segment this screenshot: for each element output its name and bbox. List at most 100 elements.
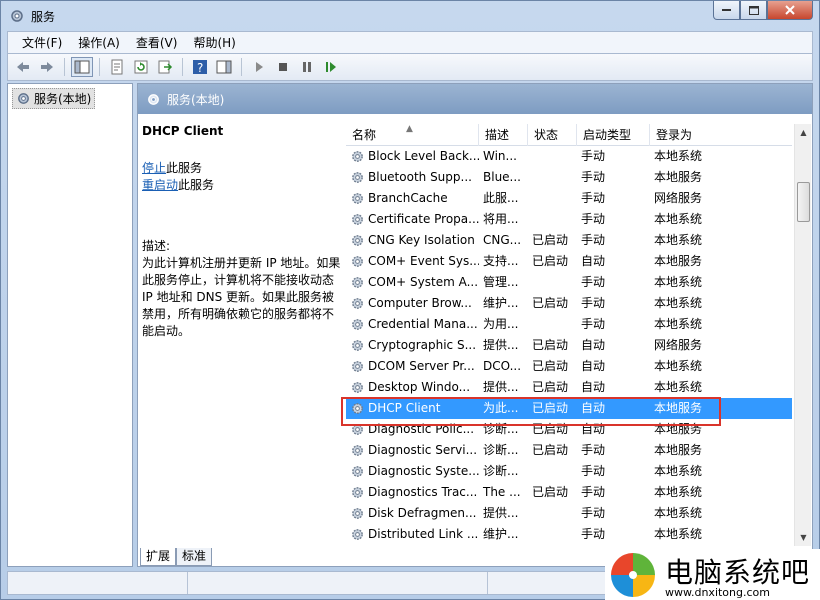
table-row[interactable]: DCOM Server Pr... DCO... 已启动 自动 本地系统 <box>346 356 792 377</box>
table-row[interactable]: Block Level Back... Win... 手动 本地系统 <box>346 146 792 167</box>
refresh-button[interactable] <box>130 57 152 77</box>
back-button[interactable] <box>12 57 34 77</box>
table-row[interactable]: CNG Key Isolation CNG... 已启动 手动 本地系统 <box>346 230 792 251</box>
show-hide-tree-button[interactable] <box>71 57 93 77</box>
service-name-cell: Diagnostic Servi... <box>346 440 479 461</box>
stop-service-button[interactable] <box>272 57 294 77</box>
status-cell <box>188 572 488 594</box>
service-name-cell: Certificate Propa... <box>346 209 479 230</box>
service-logon-cell: 网络服务 <box>654 191 703 205</box>
stop-service-link[interactable]: 停止 <box>142 161 166 175</box>
service-rows: Block Level Back... Win... 手动 本地系统 Bluetooth… <box>346 146 792 545</box>
service-startup-cell: 手动 <box>581 275 606 289</box>
scroll-down-arrow-icon[interactable]: ▼ <box>795 529 812 546</box>
vertical-scrollbar[interactable]: ▲ ▼ <box>794 124 811 546</box>
console-tree-icon <box>74 60 90 74</box>
service-name: Certificate Propa... <box>368 212 479 226</box>
table-row[interactable]: Desktop Windo... 提供... 已启动 自动 本地系统 <box>346 377 792 398</box>
tab-extended[interactable]: 扩展 <box>140 548 177 566</box>
close-button[interactable] <box>767 1 813 20</box>
restart-service-link[interactable]: 重启动 <box>142 178 178 192</box>
service-gear-icon <box>352 319 363 330</box>
table-row[interactable]: Diagnostic Servi... 诊断... 已启动 手动 本地服务 <box>346 440 792 461</box>
show-action-pane-button[interactable] <box>213 57 235 77</box>
service-gear-icon <box>352 508 363 519</box>
table-row[interactable]: Bluetooth Supp... Blue... 手动 本地服务 <box>346 167 792 188</box>
description-label: 描述: <box>142 239 171 253</box>
service-desc-cell: 维护... <box>483 296 519 310</box>
export-list-button[interactable] <box>154 57 176 77</box>
menu-action[interactable]: 操作(A) <box>70 34 128 51</box>
service-logon-cell: 本地服务 <box>654 401 703 415</box>
scroll-up-arrow-icon[interactable]: ▲ <box>795 124 812 141</box>
service-startup-cell: 手动 <box>581 212 606 226</box>
help-button[interactable]: ? <box>189 57 211 77</box>
pause-icon <box>303 62 311 72</box>
service-name: DCOM Server Pr... <box>368 359 475 373</box>
table-row[interactable]: Disk Defragmen... 提供... 手动 本地系统 <box>346 503 792 524</box>
column-header-name[interactable]: 名称 ▲ <box>346 124 479 146</box>
service-gear-icon <box>352 466 363 477</box>
selected-service-name: DHCP Client <box>142 124 224 138</box>
service-name-cell: Diagnostics Trac... <box>346 482 479 503</box>
scroll-thumb[interactable] <box>797 182 810 222</box>
tab-standard[interactable]: 标准 <box>176 548 213 566</box>
maximize-button[interactable] <box>740 1 767 20</box>
service-name-cell: DHCP Client <box>346 398 479 419</box>
column-header-description[interactable]: 描述 <box>479 124 528 146</box>
service-name: Cryptographic S... <box>368 338 477 352</box>
service-name: Credential Mana... <box>368 317 478 331</box>
table-row[interactable]: Distributed Link ... 维护... 手动 本地系统 <box>346 524 792 545</box>
service-status-cell: 已启动 <box>532 401 569 415</box>
main-content: 服务(本地) 服务(本地) DHCP Client 停止此服务 重启动此服务 描 <box>7 83 813 567</box>
menu-view[interactable]: 查看(V) <box>128 34 186 51</box>
service-desc-cell: 此服... <box>483 191 519 205</box>
table-row[interactable]: COM+ System A... 管理... 手动 本地系统 <box>346 272 792 293</box>
service-gear-icon <box>352 445 363 456</box>
minimize-button[interactable] <box>713 1 740 20</box>
table-row[interactable]: Diagnostics Trac... The ... 已启动 手动 本地系统 <box>346 482 792 503</box>
export-icon <box>158 60 173 74</box>
service-logon-cell: 本地服务 <box>654 170 703 184</box>
column-header-status[interactable]: 状态 <box>528 124 577 146</box>
sort-ascending-icon: ▲ <box>406 124 413 134</box>
back-arrow-icon <box>17 62 29 72</box>
table-row[interactable]: Cryptographic S... 提供... 已启动 自动 网络服务 <box>346 335 792 356</box>
restart-icon <box>326 62 336 72</box>
service-name: COM+ System A... <box>368 275 479 289</box>
service-gear-icon <box>352 277 363 288</box>
restart-service-button[interactable] <box>320 57 342 77</box>
pause-service-button[interactable] <box>296 57 318 77</box>
service-name-cell: Bluetooth Supp... <box>346 167 479 188</box>
list-header: 名称 ▲ 描述 状态 启动类型 登录为 <box>346 124 792 146</box>
service-startup-cell: 自动 <box>581 422 606 436</box>
table-row[interactable]: Diagnostic Polic... 诊断... 已启动 自动 本地服务 <box>346 419 792 440</box>
service-name: Diagnostic Syste... <box>368 464 479 478</box>
table-row[interactable]: Certificate Propa... 将用... 手动 本地系统 <box>346 209 792 230</box>
service-desc-cell: 管理... <box>483 275 519 289</box>
menu-help[interactable]: 帮助(H) <box>185 34 243 51</box>
table-row[interactable]: COM+ Event Sys... 支持... 已启动 自动 本地服务 <box>346 251 792 272</box>
service-name-cell: Disk Defragmen... <box>346 503 479 524</box>
start-service-button[interactable] <box>248 57 270 77</box>
table-row[interactable]: Diagnostic Syste... 诊断... 手动 本地系统 <box>346 461 792 482</box>
table-row[interactable]: BranchCache 此服... 手动 网络服务 <box>346 188 792 209</box>
forward-button[interactable] <box>36 57 58 77</box>
service-logon-cell: 本地服务 <box>654 443 703 457</box>
service-logon-cell: 本地系统 <box>654 485 703 499</box>
tree-item-services-local[interactable]: 服务(本地) <box>12 88 96 109</box>
service-name: Diagnostic Polic... <box>368 422 475 436</box>
table-row[interactable]: Credential Mana... 为用... 手动 本地系统 <box>346 314 792 335</box>
service-logon-cell: 本地系统 <box>654 317 703 331</box>
menu-file[interactable]: 文件(F) <box>14 34 70 51</box>
service-startup-cell: 手动 <box>581 170 606 184</box>
service-gear-icon <box>352 214 363 225</box>
service-desc-cell: 为此... <box>483 401 519 415</box>
properties-button[interactable] <box>106 57 128 77</box>
service-desc-cell: 诊断... <box>483 464 519 478</box>
table-row[interactable]: Computer Brow... 维护... 已启动 手动 本地系统 <box>346 293 792 314</box>
table-row[interactable]: DHCP Client 为此... 已启动 自动 本地服务 <box>346 398 792 419</box>
service-logon-cell: 本地系统 <box>654 233 703 247</box>
column-header-startup-type[interactable]: 启动类型 <box>577 124 650 146</box>
column-header-logon-as[interactable]: 登录为 <box>650 124 792 146</box>
